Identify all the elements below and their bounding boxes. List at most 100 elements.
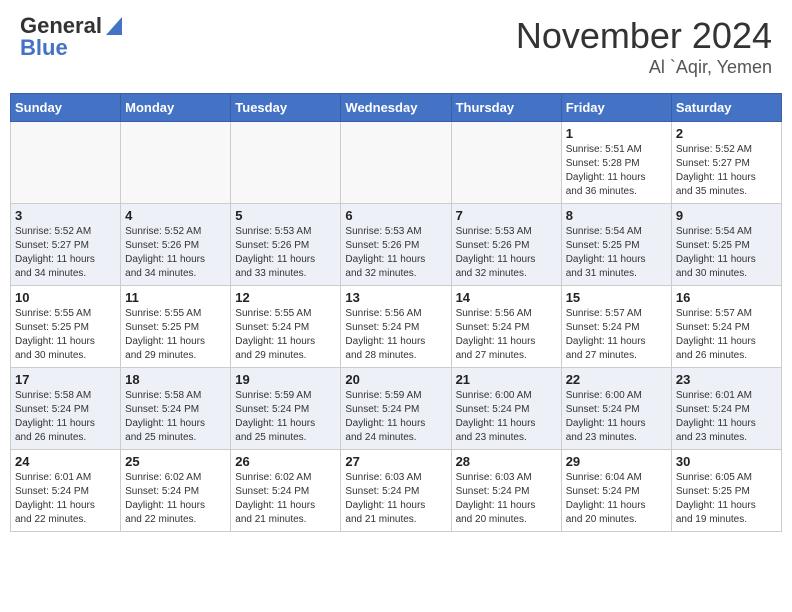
location-subtitle: Al `Aqir, Yemen [516, 57, 772, 78]
calendar-day-cell: 10 Sunrise: 5:55 AMSunset: 5:25 PMDayligh… [11, 286, 121, 368]
day-number: 17 [15, 372, 116, 387]
weekday-header-thursday: Thursday [451, 94, 561, 122]
calendar-day-cell [451, 122, 561, 204]
day-info: Sunrise: 6:03 AMSunset: 5:24 PMDaylight:… [345, 471, 446, 527]
day-number: 22 [566, 372, 667, 387]
day-number: 24 [15, 454, 116, 469]
calendar-day-cell: 18 Sunrise: 5:58 AMSunset: 5:24 PMDayligh… [121, 368, 231, 450]
logo-triangle-icon [106, 17, 122, 35]
weekday-header-row: SundayMondayTuesdayWednesdayThursdayFrid… [11, 94, 782, 122]
day-number: 30 [676, 454, 777, 469]
day-number: 10 [15, 290, 116, 305]
day-info: Sunrise: 6:00 AMSunset: 5:24 PMDaylight:… [566, 389, 667, 445]
logo-blue-text: Blue [20, 37, 68, 59]
day-info: Sunrise: 5:52 AMSunset: 5:26 PMDaylight:… [125, 225, 226, 281]
day-number: 1 [566, 126, 667, 141]
day-info: Sunrise: 5:55 AMSunset: 5:24 PMDaylight:… [235, 307, 336, 363]
day-number: 13 [345, 290, 446, 305]
calendar-table: SundayMondayTuesdayWednesdayThursdayFrid… [10, 93, 782, 532]
day-info: Sunrise: 6:01 AMSunset: 5:24 PMDaylight:… [676, 389, 777, 445]
calendar-day-cell [231, 122, 341, 204]
day-info: Sunrise: 5:53 AMSunset: 5:26 PMDaylight:… [345, 225, 446, 281]
day-number: 9 [676, 208, 777, 223]
calendar-day-cell: 1 Sunrise: 5:51 AMSunset: 5:28 PMDaylight… [561, 122, 671, 204]
day-number: 19 [235, 372, 336, 387]
month-title: November 2024 [516, 15, 772, 57]
day-number: 7 [456, 208, 557, 223]
calendar-week-row: 10 Sunrise: 5:55 AMSunset: 5:25 PMDayligh… [11, 286, 782, 368]
day-number: 14 [456, 290, 557, 305]
calendar-day-cell: 25Sunrise: 6:02 AMSunset: 5:24 PMDayligh… [121, 450, 231, 532]
calendar-day-cell: 3 Sunrise: 5:52 AMSunset: 5:27 PMDaylight… [11, 204, 121, 286]
calendar-day-cell: 7 Sunrise: 5:53 AMSunset: 5:26 PMDaylight… [451, 204, 561, 286]
calendar-week-row: 17 Sunrise: 5:58 AMSunset: 5:24 PMDayligh… [11, 368, 782, 450]
day-info: Sunrise: 5:58 AMSunset: 5:24 PMDaylight:… [15, 389, 116, 445]
calendar-day-cell: 22 Sunrise: 6:00 AMSunset: 5:24 PMDayligh… [561, 368, 671, 450]
day-info: Sunrise: 5:52 AMSunset: 5:27 PMDaylight:… [15, 225, 116, 281]
calendar-day-cell: 6 Sunrise: 5:53 AMSunset: 5:26 PMDaylight… [341, 204, 451, 286]
day-info: Sunrise: 5:57 AMSunset: 5:24 PMDaylight:… [676, 307, 777, 363]
weekday-header-sunday: Sunday [11, 94, 121, 122]
calendar-day-cell: 26 Sunrise: 6:02 AMSunset: 5:24 PMDayligh… [231, 450, 341, 532]
day-number: 26 [235, 454, 336, 469]
weekday-header-saturday: Saturday [671, 94, 781, 122]
day-number: 20 [345, 372, 446, 387]
day-info: Sunrise: 6:05 AMSunset: 5:25 PMDaylight:… [676, 471, 777, 527]
calendar-day-cell: 28 Sunrise: 6:03 AMSunset: 5:24 PMDayligh… [451, 450, 561, 532]
calendar-day-cell: 17 Sunrise: 5:58 AMSunset: 5:24 PMDayligh… [11, 368, 121, 450]
calendar-day-cell: 2 Sunrise: 5:52 AMSunset: 5:27 PMDaylight… [671, 122, 781, 204]
calendar-day-cell: 23Sunrise: 6:01 AMSunset: 5:24 PMDayligh… [671, 368, 781, 450]
day-info: Sunrise: 5:59 AMSunset: 5:24 PMDaylight:… [235, 389, 336, 445]
day-info: Sunrise: 5:55 AMSunset: 5:25 PMDaylight:… [15, 307, 116, 363]
day-info: Sunrise: 5:56 AMSunset: 5:24 PMDaylight:… [456, 307, 557, 363]
day-info: Sunrise: 5:58 AMSunset: 5:24 PMDaylight:… [125, 389, 226, 445]
calendar-day-cell: 21 Sunrise: 6:00 AMSunset: 5:24 PMDayligh… [451, 368, 561, 450]
calendar-day-cell: 8 Sunrise: 5:54 AMSunset: 5:25 PMDaylight… [561, 204, 671, 286]
calendar-week-row: 3 Sunrise: 5:52 AMSunset: 5:27 PMDaylight… [11, 204, 782, 286]
calendar-day-cell: 9 Sunrise: 5:54 AMSunset: 5:25 PMDaylight… [671, 204, 781, 286]
day-number: 18 [125, 372, 226, 387]
calendar-day-cell: 15Sunrise: 5:57 AMSunset: 5:24 PMDayligh… [561, 286, 671, 368]
day-number: 16 [676, 290, 777, 305]
day-info: Sunrise: 5:53 AMSunset: 5:26 PMDaylight:… [456, 225, 557, 281]
day-number: 15 [566, 290, 667, 305]
day-number: 11 [125, 290, 226, 305]
page-header: General Blue November 2024 Al `Aqir, Yem… [10, 10, 782, 83]
calendar-week-row: 1 Sunrise: 5:51 AMSunset: 5:28 PMDaylight… [11, 122, 782, 204]
day-number: 3 [15, 208, 116, 223]
calendar-day-cell: 24Sunrise: 6:01 AMSunset: 5:24 PMDayligh… [11, 450, 121, 532]
day-number: 8 [566, 208, 667, 223]
calendar-day-cell: 16 Sunrise: 5:57 AMSunset: 5:24 PMDayligh… [671, 286, 781, 368]
day-info: Sunrise: 5:52 AMSunset: 5:27 PMDaylight:… [676, 143, 777, 199]
day-number: 12 [235, 290, 336, 305]
calendar-day-cell: 29 Sunrise: 6:04 AMSunset: 5:24 PMDayligh… [561, 450, 671, 532]
title-block: November 2024 Al `Aqir, Yemen [516, 15, 772, 78]
day-info: Sunrise: 6:00 AMSunset: 5:24 PMDaylight:… [456, 389, 557, 445]
day-info: Sunrise: 6:04 AMSunset: 5:24 PMDaylight:… [566, 471, 667, 527]
day-number: 6 [345, 208, 446, 223]
day-info: Sunrise: 6:02 AMSunset: 5:24 PMDaylight:… [235, 471, 336, 527]
calendar-day-cell: 12 Sunrise: 5:55 AMSunset: 5:24 PMDayligh… [231, 286, 341, 368]
logo: General Blue [20, 15, 122, 59]
day-info: Sunrise: 5:59 AMSunset: 5:24 PMDaylight:… [345, 389, 446, 445]
day-info: Sunrise: 5:54 AMSunset: 5:25 PMDaylight:… [566, 225, 667, 281]
calendar-day-cell: 27Sunrise: 6:03 AMSunset: 5:24 PMDayligh… [341, 450, 451, 532]
day-info: Sunrise: 5:51 AMSunset: 5:28 PMDaylight:… [566, 143, 667, 199]
calendar-day-cell: 20 Sunrise: 5:59 AMSunset: 5:24 PMDayligh… [341, 368, 451, 450]
day-number: 29 [566, 454, 667, 469]
day-info: Sunrise: 5:55 AMSunset: 5:25 PMDaylight:… [125, 307, 226, 363]
calendar-day-cell: 14 Sunrise: 5:56 AMSunset: 5:24 PMDayligh… [451, 286, 561, 368]
calendar-day-cell [121, 122, 231, 204]
calendar-day-cell: 19 Sunrise: 5:59 AMSunset: 5:24 PMDayligh… [231, 368, 341, 450]
day-number: 28 [456, 454, 557, 469]
day-info: Sunrise: 6:02 AMSunset: 5:24 PMDaylight:… [125, 471, 226, 527]
day-info: Sunrise: 5:54 AMSunset: 5:25 PMDaylight:… [676, 225, 777, 281]
day-number: 2 [676, 126, 777, 141]
day-number: 21 [456, 372, 557, 387]
day-info: Sunrise: 6:03 AMSunset: 5:24 PMDaylight:… [456, 471, 557, 527]
calendar-day-cell [341, 122, 451, 204]
logo-general-text: General [20, 15, 102, 37]
day-info: Sunrise: 5:53 AMSunset: 5:26 PMDaylight:… [235, 225, 336, 281]
weekday-header-wednesday: Wednesday [341, 94, 451, 122]
calendar-day-cell: 30 Sunrise: 6:05 AMSunset: 5:25 PMDayligh… [671, 450, 781, 532]
